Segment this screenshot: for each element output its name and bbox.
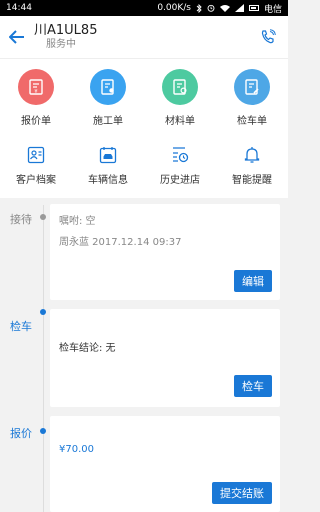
submit-checkout-button[interactable]: 提交结账 — [212, 482, 272, 504]
status-bar: 14:44 0.00K/s 电信 — [0, 0, 288, 16]
vehicle-info-button[interactable]: 车辆信息 — [72, 145, 144, 186]
reception-card: 嘱咐: 空 周永蓝 2017.12.14 09:37 编辑 — [50, 204, 280, 300]
top-bar: 川A1UL85 服务中 — [0, 16, 288, 58]
customer-file-icon — [27, 146, 45, 164]
inspection-conclusion: 检车结论: 无 — [59, 343, 116, 354]
customer-file-label: 客户档案 — [16, 175, 56, 186]
materials-icon — [162, 69, 198, 105]
construction-icon — [90, 69, 126, 105]
network-speed: 0.00K/s — [157, 3, 191, 13]
call-button[interactable] — [248, 16, 288, 58]
inspection-sheet-label: 检车单 — [237, 116, 267, 127]
reception-staff-time: 周永蓝 2017.12.14 09:37 — [59, 237, 182, 248]
history-visits-label: 历史进店 — [160, 175, 200, 186]
inspection-icon — [234, 69, 270, 105]
customer-file-button[interactable]: 客户档案 — [0, 145, 72, 186]
vehicle-info-icon — [99, 147, 117, 164]
svg-text:¥: ¥ — [34, 89, 37, 95]
inspection-card: 检车结论: 无 检车 — [50, 309, 280, 407]
header-titles: 川A1UL85 服务中 — [34, 23, 248, 51]
quote-amount: ¥70.00 — [59, 444, 94, 455]
battery-icon — [248, 5, 259, 11]
quick-actions-panel: ¥ 报价单 施工单 材料单 检车单 客户档案 车辆信息 历史进店 智能提醒 — [0, 58, 288, 198]
alarm-icon — [207, 4, 215, 12]
materials-sheet-label: 材料单 — [165, 116, 195, 127]
document-actions-row: ¥ 报价单 施工单 材料单 检车单 — [0, 69, 288, 127]
timeline-line — [43, 205, 44, 512]
step-inspection-label: 检车 — [10, 320, 32, 333]
vehicle-info-label: 车辆信息 — [88, 175, 128, 186]
step-reception-dot — [40, 214, 46, 220]
quote-icon: ¥ — [18, 69, 54, 105]
step-inspection-dot — [40, 309, 46, 315]
step-quote-label: 报价 — [10, 427, 32, 440]
license-plate: 川A1UL85 — [34, 23, 98, 38]
step-quote-dot — [40, 428, 46, 434]
phone-icon — [261, 29, 276, 44]
inspection-sheet-button[interactable]: 检车单 — [216, 69, 288, 127]
smart-reminder-button[interactable]: 智能提醒 — [216, 145, 288, 186]
reception-note: 嘱咐: 空 — [59, 216, 96, 227]
signal-icon — [234, 4, 244, 12]
history-visits-button[interactable]: 历史进店 — [144, 145, 216, 186]
back-button[interactable] — [0, 16, 34, 58]
quote-card: ¥70.00 提交结账 — [50, 416, 280, 512]
bluetooth-icon — [196, 3, 202, 13]
quote-sheet-button[interactable]: ¥ 报价单 — [0, 69, 72, 127]
status-time: 14:44 — [6, 3, 32, 13]
edit-button[interactable]: 编辑 — [234, 270, 272, 292]
work-order-label: 施工单 — [93, 116, 123, 127]
materials-sheet-button[interactable]: 材料单 — [144, 69, 216, 127]
info-actions-row: 客户档案 车辆信息 历史进店 智能提醒 — [0, 145, 288, 186]
carrier-name: 电信 — [263, 4, 282, 15]
smart-reminder-label: 智能提醒 — [232, 175, 272, 186]
history-icon — [173, 147, 189, 163]
work-order-button[interactable]: 施工单 — [72, 69, 144, 127]
wifi-icon — [219, 5, 230, 12]
status-right: 0.00K/s 电信 — [157, 2, 282, 15]
arrow-left-icon — [9, 30, 24, 44]
service-status: 服务中 — [46, 39, 76, 50]
step-reception-label: 接待 — [10, 213, 32, 226]
inspect-button[interactable]: 检车 — [234, 375, 272, 397]
quote-sheet-label: 报价单 — [21, 116, 51, 127]
bell-icon — [244, 147, 260, 163]
